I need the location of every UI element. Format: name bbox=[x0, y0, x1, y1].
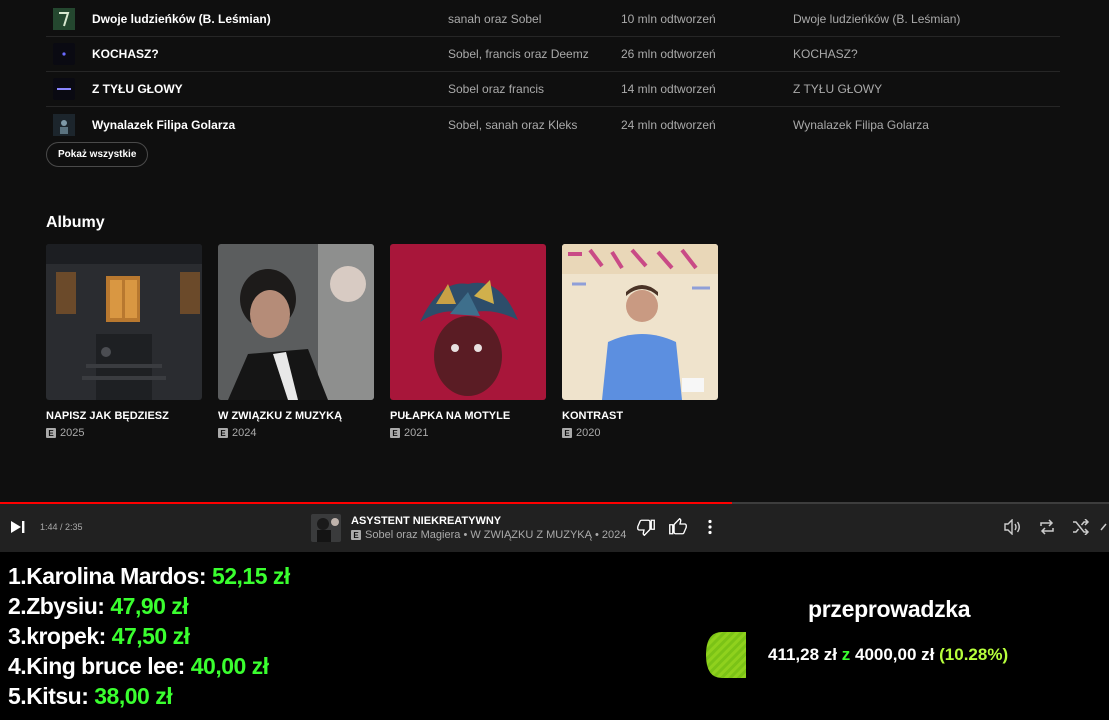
player-bar: 1:44 / 2:35 ASYSTENT NIEKREATYWNY E Sobe… bbox=[0, 502, 1109, 552]
album-card[interactable]: KONTRAST E 2020 bbox=[562, 244, 718, 439]
dislike-icon[interactable] bbox=[636, 517, 656, 537]
goal-separator: z bbox=[841, 645, 851, 664]
song-artist[interactable]: Sobel, sanah oraz Kleks bbox=[448, 118, 577, 132]
leaderboard-entry: 2.Zbysiu: 47,90 zł bbox=[8, 593, 189, 620]
time-display: 1:44 / 2:35 bbox=[40, 522, 83, 532]
song-thumbnail bbox=[53, 113, 75, 136]
album-cover[interactable] bbox=[390, 244, 546, 400]
song-thumbnail bbox=[53, 78, 75, 100]
song-title[interactable]: KOCHASZ? bbox=[92, 47, 159, 61]
leaderboard-name: Karolina Mardos: bbox=[26, 563, 207, 589]
song-plays: 14 mln odtworzeń bbox=[621, 82, 716, 96]
album-year: 2021 bbox=[404, 427, 429, 439]
song-thumbnail bbox=[53, 43, 75, 65]
progress-fill bbox=[0, 502, 732, 504]
like-icon[interactable] bbox=[668, 517, 688, 537]
goal-title: przeprowadzka bbox=[808, 596, 971, 622]
album-year: 2025 bbox=[60, 427, 85, 439]
album-meta: E 2021 bbox=[390, 427, 546, 439]
album-card[interactable]: NAPISZ JAK BĘDZIESZ E 2025 bbox=[46, 244, 202, 439]
show-all-button[interactable]: Pokaż wszystkie bbox=[46, 142, 149, 167]
now-playing-subtitle[interactable]: Sobel oraz Magiera • W ZWIĄZKU Z MUZYKĄ … bbox=[365, 529, 626, 541]
leaderboard-entry: 4.King bruce lee: 40,00 zł bbox=[8, 653, 269, 680]
progress-bar[interactable] bbox=[0, 502, 1109, 504]
goal-percent: (10.28%) bbox=[939, 645, 1009, 664]
song-album[interactable]: Wynalazek Filipa Golarza bbox=[793, 118, 929, 132]
album-meta: E 2024 bbox=[218, 427, 374, 439]
shuffle-icon[interactable] bbox=[1071, 517, 1091, 537]
song-plays: 24 mln odtworzeń bbox=[621, 117, 716, 132]
leaderboard-amount: 47,90 zł bbox=[110, 593, 189, 619]
album-title[interactable]: KONTRAST bbox=[562, 410, 718, 422]
leaderboard-name: Zbysiu: bbox=[26, 593, 105, 619]
song-thumbnail bbox=[53, 8, 75, 30]
song-artist[interactable]: sanah oraz Sobel bbox=[448, 12, 541, 26]
song-artist[interactable]: Sobel, francis oraz Deemz bbox=[448, 47, 589, 61]
album-title[interactable]: PUŁAPKA NA MOTYLE bbox=[390, 410, 546, 422]
song-title[interactable]: Dwoje ludzieńków (B. Leśmian) bbox=[92, 12, 271, 26]
song-title[interactable]: Wynalazek Filipa Golarza bbox=[92, 118, 235, 132]
now-playing-title[interactable]: ASYSTENT NIEKREATYWNY bbox=[351, 515, 501, 527]
leaderboard-amount: 47,50 zł bbox=[111, 623, 190, 649]
song-album[interactable]: Z TYŁU GŁOWY bbox=[793, 82, 882, 96]
repeat-icon[interactable] bbox=[1037, 517, 1057, 537]
song-title[interactable]: Z TYŁU GŁOWY bbox=[92, 82, 183, 96]
song-artist[interactable]: Sobel oraz francis bbox=[448, 82, 544, 96]
song-row[interactable]: Dwoje ludzieńków (B. Leśmian) sanah oraz… bbox=[46, 2, 1060, 37]
album-cover[interactable] bbox=[562, 244, 718, 400]
volume-icon[interactable] bbox=[1003, 517, 1023, 537]
leaderboard-name: kropek: bbox=[26, 623, 106, 649]
leaderboard-rank: 4. bbox=[8, 653, 27, 679]
explicit-icon: E bbox=[46, 428, 56, 438]
more-icon[interactable] bbox=[700, 517, 720, 537]
goal-current: 411,28 zł bbox=[768, 645, 838, 664]
album-cover[interactable] bbox=[46, 244, 202, 400]
leaderboard-amount: 52,15 zł bbox=[211, 563, 290, 589]
leaderboard-rank: 5. bbox=[8, 683, 27, 709]
song-plays: 10 mln odtworzeń bbox=[621, 12, 716, 26]
album-meta: E 2020 bbox=[562, 427, 718, 439]
explicit-icon: E bbox=[218, 428, 228, 438]
song-row[interactable]: Wynalazek Filipa Golarza Sobel, sanah or… bbox=[46, 107, 1060, 142]
goal-target: 4000,00 zł bbox=[854, 645, 935, 664]
leaderboard-entry: 3.kropek: 47,50 zł bbox=[8, 623, 190, 650]
explicit-icon: E bbox=[562, 428, 572, 438]
explicit-icon: E bbox=[351, 530, 361, 540]
leaderboard-amount: 40,00 zł bbox=[190, 653, 269, 679]
leaderboard-name: King bruce lee: bbox=[26, 653, 185, 679]
song-album[interactable]: KOCHASZ? bbox=[793, 47, 858, 61]
album-year: 2020 bbox=[576, 427, 601, 439]
song-plays: 26 mln odtworzeń bbox=[621, 47, 716, 61]
leaderboard-rank: 2. bbox=[8, 593, 27, 619]
song-row[interactable]: Z TYŁU GŁOWY Sobel oraz francis 14 mln o… bbox=[46, 72, 1060, 107]
album-card[interactable]: W ZWIĄZKU Z MUZYKĄ E 2024 bbox=[218, 244, 374, 439]
album-title[interactable]: W ZWIĄZKU Z MUZYKĄ bbox=[218, 410, 374, 422]
album-title[interactable]: NAPISZ JAK BĘDZIESZ bbox=[46, 410, 202, 422]
leaderboard-rank: 3. bbox=[8, 623, 27, 649]
leaderboard-entry: 5.Kitsu: 38,00 zł bbox=[8, 683, 173, 710]
goal-progress-text: 411,28 zł z 4000,00 zł (10.28%) bbox=[768, 645, 1008, 665]
leaderboard-name: Kitsu: bbox=[26, 683, 89, 709]
album-meta: E 2025 bbox=[46, 427, 202, 439]
leaderboard-rank: 1. bbox=[8, 563, 27, 589]
expand-icon[interactable] bbox=[1098, 517, 1109, 537]
goal-progress-icon bbox=[706, 632, 746, 678]
song-album[interactable]: Dwoje ludzieńków (B. Leśmian) bbox=[793, 12, 960, 26]
albums-heading: Albumy bbox=[46, 214, 105, 231]
now-playing-thumbnail[interactable] bbox=[311, 514, 341, 542]
explicit-icon: E bbox=[390, 428, 400, 438]
songs-list: Dwoje ludzieńków (B. Leśmian) sanah oraz… bbox=[46, 2, 1060, 142]
album-card[interactable]: PUŁAPKA NA MOTYLE E 2021 bbox=[390, 244, 546, 439]
now-playing-meta: E Sobel oraz Magiera • W ZWIĄZKU Z MUZYK… bbox=[351, 529, 626, 541]
leaderboard-entry: 1.Karolina Mardos: 52,15 zł bbox=[8, 563, 290, 590]
album-cover[interactable] bbox=[218, 244, 374, 400]
album-year: 2024 bbox=[232, 427, 257, 439]
leaderboard-amount: 38,00 zł bbox=[94, 683, 173, 709]
play-next-icon[interactable] bbox=[10, 520, 26, 539]
song-row[interactable]: KOCHASZ? Sobel, francis oraz Deemz 26 ml… bbox=[46, 37, 1060, 72]
